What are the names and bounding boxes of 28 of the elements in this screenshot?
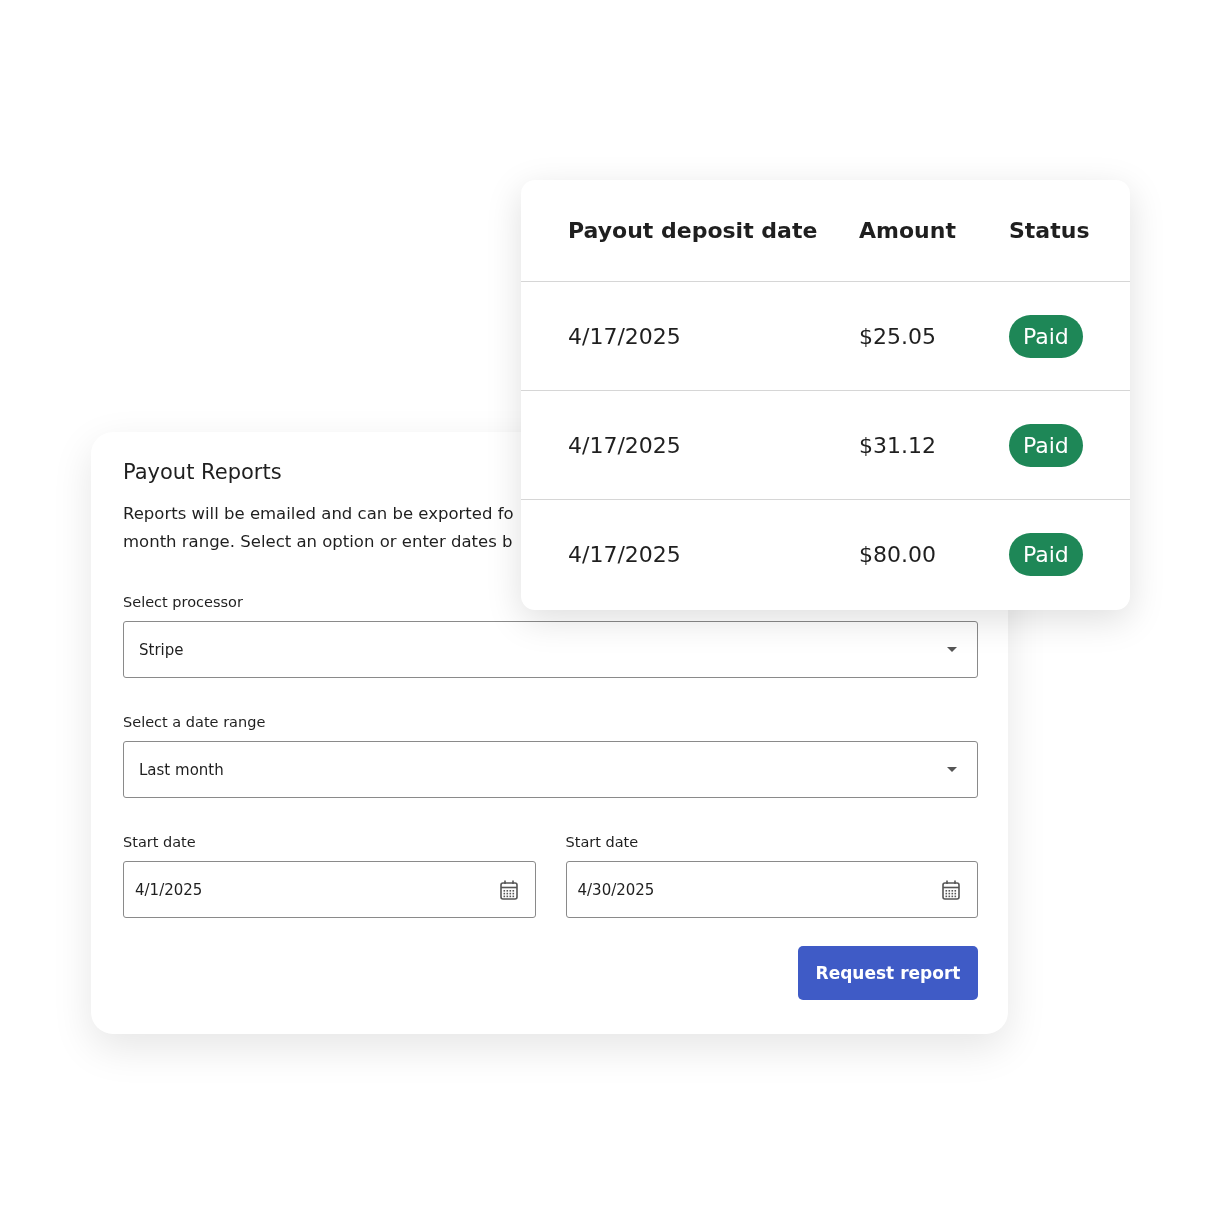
table-cell: $25.05 (859, 323, 936, 349)
calendar-icon[interactable] (942, 879, 960, 900)
form-title: Payout Reports (123, 460, 283, 484)
date-field[interactable]: 4/30/2025 (565, 861, 978, 918)
field-label: Select processor (123, 594, 243, 610)
column-header: Payout deposit date (568, 218, 818, 243)
status-badge: Paid (1009, 532, 1083, 576)
table-cell: $80.00 (859, 541, 936, 567)
dropdown-field[interactable]: Last month (123, 741, 978, 798)
table-cell: $31.12 (859, 432, 936, 458)
caret-icon (947, 647, 957, 652)
field-label: Start date (123, 834, 196, 850)
request-report-button[interactable]: Request report (798, 946, 978, 1000)
dropdown-field[interactable]: Stripe (123, 621, 978, 678)
field-label: Select a date range (123, 714, 266, 730)
column-header: Amount (859, 218, 956, 243)
status-badge: Paid (1009, 423, 1083, 467)
table-cell: 4/17/2025 (568, 323, 681, 349)
field-label: Start date (565, 834, 639, 850)
calendar-icon[interactable] (499, 879, 518, 900)
description-text: month range. Select an option or enter dates b (123, 531, 513, 553)
table-cell: 4/17/2025 (568, 541, 681, 567)
date-field[interactable]: 4/1/2025 (123, 861, 536, 918)
status-badge: Paid (1009, 314, 1083, 358)
description-text: Reports will be emailed and can be exported fo (123, 503, 514, 525)
caret-icon (947, 767, 957, 772)
column-header: Status (1009, 218, 1090, 243)
table-cell: 4/17/2025 (568, 432, 681, 458)
